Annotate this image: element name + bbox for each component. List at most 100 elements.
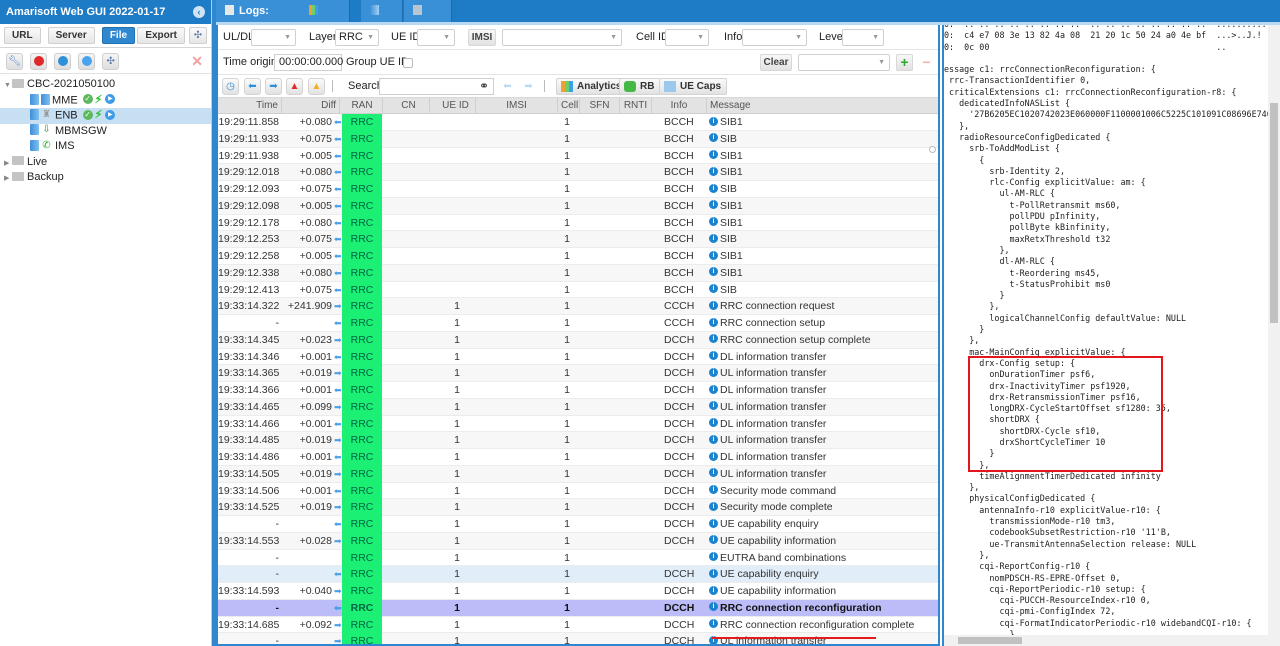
expand-arrow-icon[interactable]: ▼	[4, 78, 12, 94]
col-sfn[interactable]: SFN	[580, 98, 620, 114]
binoculars-icon[interactable]: ⚭	[479, 79, 489, 93]
horizontal-scrollbar[interactable]	[944, 635, 1280, 646]
refresh-icon[interactable]	[54, 53, 72, 70]
col-imsi[interactable]: IMSI	[476, 98, 558, 114]
table-row[interactable]: 19:29:11.938 +0.005 ⬅ RRC 1 BCCH i SIB1	[218, 147, 938, 165]
tree-item-backup[interactable]: ▶ Backup	[0, 170, 211, 186]
scroll-indicator[interactable]	[929, 146, 936, 153]
col-ueid[interactable]: UE ID	[436, 98, 476, 114]
info-select[interactable]: ▼	[742, 29, 807, 46]
pause-icon[interactable]	[78, 53, 96, 70]
table-row[interactable]: 19:33:14.593 +0.040 ➡ RRC 1 1 DCCH i UE capabili…	[218, 583, 938, 600]
tree-item-live[interactable]: ▶ Live	[0, 155, 211, 171]
layer-select[interactable]: RRC ▼	[335, 29, 379, 46]
tree-item-ims[interactable]: ✆ IMS	[0, 139, 211, 155]
col-cn[interactable]: CN	[388, 98, 430, 114]
scroll-thumb[interactable]	[958, 637, 1022, 644]
table-row[interactable]: 19:33:14.553 +0.028 ➡ RRC 1 1 DCCH i UE capabili…	[218, 532, 938, 550]
table-row[interactable]: 19:33:14.365 +0.019 ➡ RRC 1 1 DCCH i UL informat…	[218, 365, 938, 382]
clear-button[interactable]: Clear	[760, 54, 792, 71]
imsi-select[interactable]: ▼	[502, 29, 622, 46]
table-row[interactable]: 19:29:12.253 +0.075 ⬅ RRC 1 BCCH i SIB	[218, 231, 938, 248]
table-row[interactable]: 19:29:12.338 +0.080 ⬅ RRC 1 BCCH i SIB1	[218, 264, 938, 282]
tab-enb[interactable]: ENB	[404, 0, 452, 39]
tree-item-mme[interactable]: MME ✓ ⚡︎ ▶	[0, 93, 211, 109]
vertical-scrollbar[interactable]	[1268, 25, 1280, 635]
next-result-icon[interactable]: ➡	[520, 78, 537, 95]
table-row[interactable]: - RRC 1 1 i EUTRA band combinations	[218, 549, 938, 567]
preset-select[interactable]: ▼	[798, 54, 890, 71]
table-row[interactable]: 19:33:14.465 +0.099 ➡ RRC 1 1 DCCH i UL informat…	[218, 398, 938, 416]
col-cell[interactable]: Cell	[558, 98, 580, 114]
close-icon[interactable]: ✕	[191, 53, 203, 70]
rb-button[interactable]: RB	[619, 78, 661, 95]
ueid-select[interactable]: ▼	[417, 29, 455, 46]
prev-result-icon[interactable]: ⬅	[499, 78, 516, 95]
table-row[interactable]: 19:33:14.505 +0.019 ➡ RRC 1 1 DCCH i UL informat…	[218, 465, 938, 483]
table-row[interactable]: 19:33:14.322 +241.909 ➡ RRC 1 1 CCCH i RRC conne…	[218, 298, 938, 315]
search-input[interactable]	[379, 78, 494, 95]
error-icon[interactable]: ▲	[286, 78, 303, 95]
table-row[interactable]: 19:33:14.486 +0.001 ⬅ RRC 1 1 DCCH i DL informat…	[218, 449, 938, 466]
time-origin-input[interactable]: 00:00:00.000	[274, 54, 343, 71]
cellid-select[interactable]: ▼	[665, 29, 709, 46]
ue-caps-button[interactable]: UE Caps	[659, 78, 728, 95]
table-row[interactable]: 19:29:11.933 +0.075 ⬅ RRC 1 BCCH i SIB	[218, 130, 938, 148]
export-button[interactable]: Export	[137, 27, 185, 44]
col-rnti[interactable]: RNTI	[620, 98, 652, 114]
table-row[interactable]: 19:29:12.413 +0.075 ⬅ RRC 1 BCCH i SIB	[218, 281, 938, 299]
uldl-select[interactable]: ▼	[251, 29, 296, 46]
expand-arrow-icon[interactable]: ▶	[4, 156, 12, 172]
arrow-left-icon[interactable]: ⬅	[244, 78, 261, 95]
scroll-thumb[interactable]	[1270, 103, 1278, 323]
level-select[interactable]: ▼	[842, 29, 884, 46]
col-diff[interactable]: Diff	[282, 98, 340, 114]
tree-item-enb[interactable]: ♜ ENB ✓ ⚡︎ ▶	[0, 108, 211, 124]
clock-icon[interactable]: ◷	[222, 78, 239, 95]
table-row[interactable]: - ⬅ RRC 1 1 DCCH i RRC connection reconfigurati…	[218, 599, 938, 617]
table-row[interactable]: 19:29:12.093 +0.075 ⬅ RRC 1 BCCH i SIB	[218, 181, 938, 198]
tab-logs[interactable]: Logs: 10196	[216, 0, 304, 39]
tab-stats[interactable]: Stats	[300, 0, 350, 39]
table-row[interactable]: 19:29:12.098 +0.005 ⬅ RRC 1 BCCH i SIB1	[218, 197, 938, 215]
table-row[interactable]: 19:29:12.258 +0.005 ⬅ RRC 1 BCCH i SIB1	[218, 248, 938, 265]
file-button[interactable]: File	[101, 27, 136, 44]
play-icon[interactable]: ▶	[105, 109, 116, 120]
table-row[interactable]: - ⬅ RRC 1 1 DCCH i UE capability enquiry	[218, 566, 938, 583]
expand-arrow-icon[interactable]: ▶	[4, 171, 12, 187]
table-row[interactable]: 19:33:14.525 +0.019 ➡ RRC 1 1 DCCH i Security mo…	[218, 499, 938, 516]
col-time[interactable]: Time	[218, 98, 282, 114]
table-row[interactable]: - ⬅ RRC 1 1 DCCH i UE capability enquiry	[218, 516, 938, 533]
imsi-button[interactable]: IMSI	[468, 29, 496, 46]
col-message[interactable]: Message	[707, 98, 929, 114]
table-row[interactable]: 19:33:14.485 +0.019 ➡ RRC 1 1 DCCH i UL informat…	[218, 432, 938, 449]
server-button[interactable]: Server	[47, 27, 95, 44]
group-ueid-checkbox[interactable]	[403, 58, 413, 68]
plugin-icon[interactable]: ✣	[102, 53, 120, 70]
table-row[interactable]: 19:33:14.346 +0.001 ⬅ RRC 1 1 DCCH i DL informat…	[218, 348, 938, 366]
table-row[interactable]: 19:33:14.506 +0.001 ⬅ RRC 1 1 DCCH i Security mo…	[218, 482, 938, 500]
chevron-left-icon[interactable]: ‹	[193, 6, 205, 18]
tree-item-mbmsgw[interactable]: ⇩ MBMSGW	[0, 124, 211, 140]
table-row[interactable]: 19:29:12.018 +0.080 ⬅ RRC 1 BCCH i SIB1	[218, 164, 938, 181]
play-icon[interactable]: ▶	[105, 94, 116, 105]
table-row[interactable]: 19:29:11.858 +0.080 ⬅ RRC 1 BCCH i SIB1	[218, 114, 938, 131]
col-info[interactable]: Info	[652, 98, 707, 114]
table-row[interactable]: 19:29:12.178 +0.080 ⬅ RRC 1 BCCH i SIB1	[218, 214, 938, 232]
arrow-right-icon[interactable]: ➡	[265, 78, 282, 95]
wrench-icon[interactable]: 🔧︎	[6, 53, 23, 70]
table-row[interactable]: - ⬅ RRC 1 1 CCCH i RRC connection setup	[218, 315, 938, 332]
tab-mme[interactable]: MME	[361, 0, 403, 39]
col-ran[interactable]: RAN	[342, 98, 383, 114]
url-button[interactable]: URL	[4, 27, 41, 44]
tree-item-cbc[interactable]: ▼ CBC-2021050100	[0, 77, 211, 93]
remove-icon[interactable]: −	[918, 54, 935, 71]
table-row[interactable]: 19:33:14.345 +0.023 ➡ RRC 1 1 DCCH i RRC connect…	[218, 331, 938, 349]
analytics-button[interactable]: Analytics	[556, 78, 628, 95]
settings-icon[interactable]: ✣	[189, 27, 207, 44]
warning-icon[interactable]: ▲	[308, 78, 325, 95]
stop-icon[interactable]	[30, 53, 48, 70]
table-row[interactable]: 19:33:14.366 +0.001 ⬅ RRC 1 1 DCCH i DL informat…	[218, 382, 938, 399]
table-row[interactable]: 19:33:14.466 +0.001 ⬅ RRC 1 1 DCCH i DL informat…	[218, 415, 938, 433]
add-icon[interactable]: +	[896, 54, 913, 71]
